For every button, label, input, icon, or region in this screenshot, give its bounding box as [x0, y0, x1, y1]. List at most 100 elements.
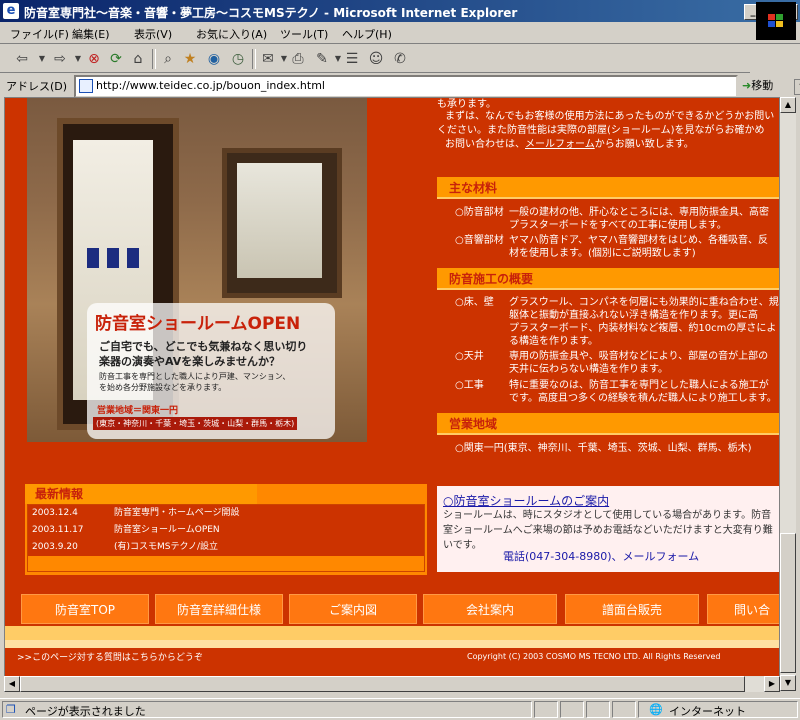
title-bar: e 防音室専門社～音楽・音響・夢工房～コスモMSテクノ - Microsoft … [0, 0, 800, 22]
row-text: 材を使用します。(個別にご説明致します) [509, 248, 696, 259]
news-date: 2003.11.17 [32, 525, 84, 535]
row-text: る構造を作ります。 [509, 336, 598, 347]
promo-area-list: (東京・神奈川・千葉・埼玉・茨城・山梨・群馬・栃木) [93, 417, 298, 430]
row-label: ○音響部材 [455, 235, 504, 246]
forward-icon[interactable]: ⇨ [52, 51, 68, 67]
row-text: ヤマハ防音ドア、ヤマハ音響部材をはじめ、各種吸音、反 [509, 235, 768, 246]
stop-icon[interactable]: ⊗ [86, 51, 102, 67]
scroll-right-icon[interactable]: ▶ [764, 676, 780, 692]
scroll-up-icon[interactable]: ▲ [780, 97, 796, 113]
construction-row-floor-wall: ○床、壁 グラスウール、コンパネを何層にも効果的に重ね合わせ、規 躯体と振動が直… [455, 296, 779, 350]
back-icon[interactable]: ⇦ [14, 51, 30, 67]
page-viewport: 防音室ショールームOPEN ご自宅でも、どこでも気兼ねなく思い切り 楽器の演奏や… [4, 97, 780, 691]
refresh-icon[interactable]: ⟳ [108, 51, 124, 67]
nav-spec-button[interactable]: 防音室詳細仕様 [155, 594, 283, 624]
intro-line2: ください。また防音性能は実際の部屋(ショールーム)を見ながらお確かめ [437, 125, 765, 136]
footer: >>このページ対する質問はこちらからどうぞ Copyright (C) 2003… [5, 648, 779, 676]
promo-line1: ご自宅でも、どこでも気兼ねなく思い切り [99, 340, 308, 353]
showroom-info: ○防音室ショールームのご案内 ショールームは、時にスタジオとして使用している場合… [437, 486, 779, 572]
scroll-left-icon[interactable]: ◀ [4, 676, 20, 692]
intro-line3-post: からお願い致します。 [594, 139, 694, 150]
row-label: ○床、壁 [455, 297, 494, 308]
footer-band [5, 626, 779, 640]
menu-favorites[interactable]: お気に入り(A) [196, 26, 267, 42]
toolbar-separator [152, 49, 156, 69]
promo-line2: 楽器の演奏やAVを楽しみませんか？ [99, 355, 280, 368]
print-icon[interactable]: ⎙ [290, 51, 306, 67]
go-button[interactable]: ➜移動 [742, 77, 773, 93]
news-text: (有)コスモMSテクノ/設立 [114, 542, 218, 552]
status-cell [560, 701, 584, 718]
search-icon[interactable]: ⌕ [160, 51, 176, 67]
menu-edit[interactable]: 編集(E) [72, 26, 110, 42]
address-input[interactable]: http://www.teidec.co.jp/bouon_index.html… [74, 75, 800, 98]
menu-help[interactable]: ヘルプ(H) [342, 26, 392, 42]
nav-top-button[interactable]: 防音室TOP [21, 594, 149, 624]
news-text: 防音室専門・ホームページ開設 [114, 508, 240, 518]
news-item[interactable]: 2003.9.20 (有)コスモMSテクノ/設立 [28, 539, 424, 557]
toolbar-separator [252, 49, 256, 69]
status-main: ❐ ページが表示されました [2, 701, 532, 718]
news-box: 最新情報 2003.12.4 防音室専門・ホームページ開設 2003.11.17… [25, 484, 427, 575]
address-url[interactable]: http://www.teidec.co.jp/bouon_index.html [96, 79, 325, 92]
vertical-scroll-thumb[interactable] [780, 533, 796, 673]
news-date: 2003.9.20 [32, 542, 78, 552]
menu-view[interactable]: 表示(V) [134, 26, 172, 42]
construction-row-ceiling: ○天井 専用の防振金具や、吸音材などにより、部屋の音が上部の 天井に伝わらない構… [455, 350, 779, 378]
vertical-scrollbar[interactable]: ▲ ▼ [780, 97, 796, 691]
favorites-icon[interactable]: ★ [182, 51, 198, 67]
menu-bar: ファイル(F) 編集(E) 表示(V) お気に入り(A) ツール(T) ヘルプ(… [0, 22, 800, 44]
toolbar: ⇦ ▼ ⇨ ▼ ⊗ ⟳ ⌂ ⌕ ★ ◉ ◷ ✉ ▼ ⎙ ✎ ▼ ☰ ☺ ✆ [0, 45, 750, 73]
phone-link[interactable]: 電話(047-304-8980) [503, 550, 612, 563]
window-title: 防音室専門社～音楽・音響・夢工房～コスモMSテクノ - Microsoft In… [24, 6, 518, 20]
copyright: Copyright (C) 2003 COSMO MS TECNO LTD. A… [467, 652, 721, 661]
nav-stand-sales-button[interactable]: 譜面台販売 [565, 594, 699, 624]
back-dropdown-icon[interactable]: ▼ [34, 51, 50, 67]
news-item[interactable]: 2003.12.4 防音室専門・ホームページ開設 [28, 505, 424, 523]
edit-icon[interactable]: ✎ [314, 51, 330, 67]
menu-tools[interactable]: ツール(T) [280, 26, 328, 42]
mail-form-link[interactable]: メールフォーム [623, 550, 700, 563]
news-item[interactable]: 2003.11.17 防音室ショールームOPEN [28, 522, 424, 540]
row-text: です。高度且つ多くの経験を積んだ職人により施工します。 [509, 393, 777, 404]
construction-row-work: ○工事 特に重要なのは、防音工事を専門とした職人による施工が です。高度且つ多く… [455, 379, 779, 407]
intro-line3: お問い合わせは、メールフォームからお願い致します。 [445, 138, 694, 152]
mail-icon[interactable]: ✉ [260, 51, 276, 67]
area-heading: 営業地域 [437, 413, 779, 435]
promo-panel[interactable]: 防音室ショールームOPEN ご自宅でも、どこでも気兼ねなく思い切り 楽器の演奏や… [87, 303, 335, 439]
messenger-icon[interactable]: ☺ [368, 51, 384, 67]
row-label: ○工事 [455, 380, 484, 391]
go-label: 移動 [751, 79, 774, 92]
status-cell [534, 701, 558, 718]
windows-logo [756, 2, 796, 40]
menu-file[interactable]: ファイル(F) [10, 26, 69, 42]
research-icon[interactable]: ✆ [392, 51, 408, 67]
discuss-icon[interactable]: ☰ [344, 51, 360, 67]
news-heading: 最新情報 [25, 484, 257, 504]
status-cell [612, 701, 636, 718]
horizontal-scrollbar[interactable]: ◀ ▶ [4, 676, 780, 692]
forward-dropdown-icon[interactable]: ▼ [70, 51, 86, 67]
promo-title: 防音室ショールームOPEN [95, 314, 301, 334]
row-text: 特に重要なのは、防音工事を専門とした職人による施工が [509, 380, 769, 391]
home-icon[interactable]: ⌂ [130, 51, 146, 67]
mail-form-link[interactable]: メールフォーム [525, 139, 595, 150]
row-text: プラスターボードをすべての工事に使用します。 [509, 220, 727, 231]
horizontal-scroll-thumb[interactable] [20, 676, 745, 692]
row-text: グラスウール、コンパネを何層にも効果的に重ね合わせ、規 [509, 297, 779, 308]
nav-map-button[interactable]: ご案内図 [289, 594, 417, 624]
materials-row-acoustic: ○音響部材 ヤマハ防音ドア、ヤマハ音響部材をはじめ、各種吸音、反 材を使用します… [455, 234, 779, 262]
nav-contact-button[interactable]: 問い合 [707, 594, 779, 624]
address-dropdown-icon[interactable]: ▼ [794, 79, 800, 95]
address-bar: アドレス(D) http://www.teidec.co.jp/bouon_in… [0, 73, 800, 98]
footer-question-link[interactable]: >>このページ対する質問はこちらからどうぞ [17, 650, 203, 663]
nav-company-button[interactable]: 会社案内 [423, 594, 557, 624]
showroom-heading-link[interactable]: ○防音室ショールームのご案内 [443, 492, 609, 509]
history-icon[interactable]: ◷ [230, 51, 246, 67]
media-icon[interactable]: ◉ [206, 51, 222, 67]
materials-row-soundproof: ○防音部材 一般の建材の他、肝心なところには、専用防振金具、高密 プラスターボー… [455, 206, 779, 234]
showroom-contact: 電話(047-304-8980)、メールフォーム [503, 548, 699, 564]
construction-heading: 防音施工の概要 [437, 268, 779, 290]
row-label: ○防音部材 [455, 207, 504, 218]
scroll-down-icon[interactable]: ▼ [780, 675, 796, 691]
